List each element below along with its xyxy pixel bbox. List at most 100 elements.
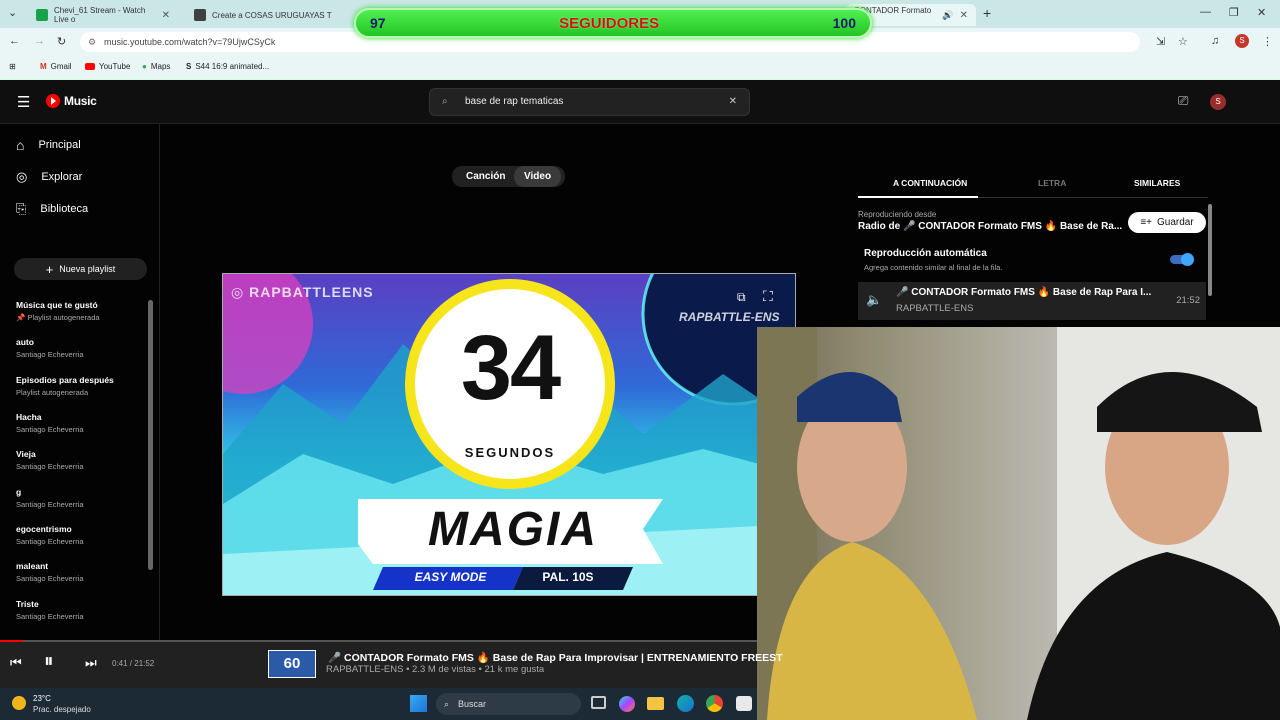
media-controls-icon[interactable]: ♫: [1211, 35, 1219, 47]
track-thumbnail[interactable]: 60: [268, 650, 316, 678]
bookmark-gmail[interactable]: M Gmail: [40, 62, 72, 71]
save-playlist-icon: ≡+: [1140, 217, 1152, 228]
bookmark-star-icon[interactable]: ☆: [1178, 35, 1188, 48]
playlist-item[interactable]: Vieja Santiago Echeverria: [16, 449, 84, 471]
forward-icon[interactable]: →: [34, 35, 45, 47]
track-title[interactable]: 🎤 CONTADOR Formato FMS 🔥 Base de Rap Par…: [328, 651, 783, 664]
gmail-icon: M: [40, 62, 47, 71]
menu-kebab-icon[interactable]: ⋮: [1262, 35, 1273, 48]
webcam-overlay: [757, 327, 1280, 720]
browser-tab-1[interactable]: Chevi_61 Stream - Watch Live o ✕: [28, 4, 178, 26]
tab-title: Create a COSAS URUGUAYAS T: [212, 10, 332, 20]
weather-sun-icon[interactable]: [12, 696, 26, 710]
queue-item-current[interactable]: 🔈 🎤 CONTADOR Formato FMS 🔥 Base de Rap P…: [858, 282, 1206, 320]
tab-video[interactable]: Video: [514, 166, 562, 187]
cast-icon[interactable]: ⎚: [1178, 93, 1188, 109]
playlist-item[interactable]: g Santiago Echeverria: [16, 487, 84, 509]
playlist-item[interactable]: Triste Santiago Echeverria: [16, 599, 84, 621]
followers-goal: 100: [832, 15, 856, 31]
brand-logo: RAPBATTLE-ENS: [679, 310, 780, 324]
song-video-toggle: Canción Video: [452, 166, 565, 187]
weather-temp: 23°C: [33, 694, 51, 703]
back-icon[interactable]: ←: [9, 35, 20, 47]
pal-label: PAL. 10S: [542, 570, 594, 584]
sidebar: ⌂ Principal ◎ Explorar ⎘ Biblioteca + Nu…: [0, 124, 160, 640]
bookmark-s44[interactable]: S S44 16:9 animated...: [186, 62, 269, 71]
search-input[interactable]: ⌕ base de rap tematicas ✕: [429, 88, 750, 116]
save-button[interactable]: ≡+ Guardar: [1128, 212, 1206, 233]
youtube-icon: [85, 63, 95, 70]
copilot-icon[interactable]: [619, 696, 635, 712]
minimize-icon[interactable]: —: [1200, 6, 1211, 18]
chrome-icon[interactable]: [706, 695, 723, 712]
playlist-item[interactable]: auto Santiago Echeverria: [16, 337, 84, 359]
playlist-item[interactable]: maleant Santiago Echeverria: [16, 561, 84, 583]
restore-icon[interactable]: ❐: [1229, 6, 1239, 19]
close-icon[interactable]: ✕: [162, 10, 170, 21]
webcam-scene: [757, 327, 1280, 720]
explore-icon: ◎: [16, 169, 28, 184]
queue-item-title: 🎤 CONTADOR Formato FMS 🔥 Base de Rap Par…: [896, 287, 1152, 298]
video-player[interactable]: ◎ RAPBATTLEENS RAPBATTLE-ENS ⧉ ⛶ 34 SEGU…: [222, 273, 796, 596]
music-logo-icon: [46, 94, 60, 108]
tab-song[interactable]: Canción: [456, 166, 515, 187]
hamburger-menu-icon[interactable]: ☰: [17, 93, 30, 111]
close-icon[interactable]: ✕: [960, 10, 968, 21]
bookmark-youtube[interactable]: YouTube: [85, 62, 130, 71]
tab-related[interactable]: SIMILARES: [1134, 178, 1180, 188]
queue-item-artist: RAPBATTLE-ENS: [896, 303, 974, 314]
sidebar-item-explorar[interactable]: ◎ Explorar: [16, 169, 82, 185]
queue-item-duration: 21:52: [1176, 295, 1200, 306]
radio-title: Radio de 🎤 CONTADOR Formato FMS 🔥 Base d…: [858, 221, 1123, 232]
playlist-item[interactable]: Episodios para después Playlist autogener…: [16, 375, 114, 397]
maps-pin-icon: ●: [142, 62, 147, 71]
profile-avatar[interactable]: S: [1235, 34, 1249, 48]
browser-tab-2[interactable]: Create a COSAS URUGUAYAS T: [186, 4, 346, 26]
apps-grid-icon[interactable]: ⊞: [9, 62, 16, 71]
clear-search-icon[interactable]: ✕: [729, 89, 737, 115]
taskbar-search[interactable]: ⌕ Buscar: [436, 693, 581, 715]
sidebar-item-principal[interactable]: ⌂ Principal: [16, 137, 81, 153]
sidebar-item-biblioteca[interactable]: ⎘ Biblioteca: [16, 201, 88, 217]
playlist-item[interactable]: egocentrismo Santiago Echeverria: [16, 524, 84, 546]
instagram-icon: ◎: [231, 284, 245, 300]
store-icon[interactable]: [736, 696, 752, 711]
tab-up-next[interactable]: A CONTINUACIÓN: [893, 178, 967, 188]
ytmusic-logo[interactable]: Music: [46, 94, 97, 108]
window-close-icon[interactable]: ✕: [1257, 6, 1266, 19]
new-tab-icon[interactable]: +: [983, 5, 991, 21]
bookmark-maps[interactable]: ● Maps: [142, 62, 170, 71]
playlist-item[interactable]: Hacha Santiago Echeverria: [16, 412, 84, 434]
fullscreen-icon[interactable]: ⛶: [763, 288, 773, 305]
sidebar-scrollbar[interactable]: [148, 300, 153, 570]
plus-icon: +: [45, 261, 54, 277]
document-favicon-icon: [194, 9, 206, 21]
task-view-icon[interactable]: [591, 696, 606, 709]
new-playlist-button[interactable]: + Nueva playlist: [14, 258, 147, 280]
next-track-icon[interactable]: ⏭: [85, 655, 97, 671]
tab-search-icon[interactable]: ⌄: [8, 6, 17, 19]
site-info-icon[interactable]: ⚙: [88, 32, 96, 52]
install-icon[interactable]: ⇲: [1156, 35, 1165, 48]
previous-track-icon[interactable]: ⏮: [10, 655, 22, 671]
search-value: base de rap tematicas: [465, 96, 564, 107]
windows-start-icon[interactable]: [410, 695, 427, 712]
home-icon: ⌂: [16, 137, 25, 153]
countdown-unit: SEGUNDOS: [464, 445, 556, 460]
tab-lyrics[interactable]: LETRA: [1038, 178, 1066, 188]
edge-browser-icon[interactable]: [677, 695, 694, 712]
reload-icon[interactable]: ↻: [57, 35, 66, 48]
speaker-icon[interactable]: 🔊: [942, 10, 953, 21]
progress-bar[interactable]: [0, 640, 757, 642]
progress-fill: [0, 640, 24, 642]
countdown-number: 34: [460, 317, 561, 419]
followers-current: 97: [370, 15, 386, 31]
playlist-item[interactable]: Música que te gustó 📌 Playlist autogenera…: [16, 300, 100, 322]
miniplayer-icon[interactable]: ⧉: [737, 290, 746, 305]
queue-scrollbar[interactable]: [1208, 204, 1212, 296]
pin-icon: 📌: [16, 313, 26, 322]
pause-icon[interactable]: ⏸: [44, 651, 54, 673]
autoplay-switch[interactable]: [1170, 253, 1194, 266]
file-explorer-icon[interactable]: [647, 697, 664, 710]
user-avatar[interactable]: S: [1210, 94, 1226, 110]
